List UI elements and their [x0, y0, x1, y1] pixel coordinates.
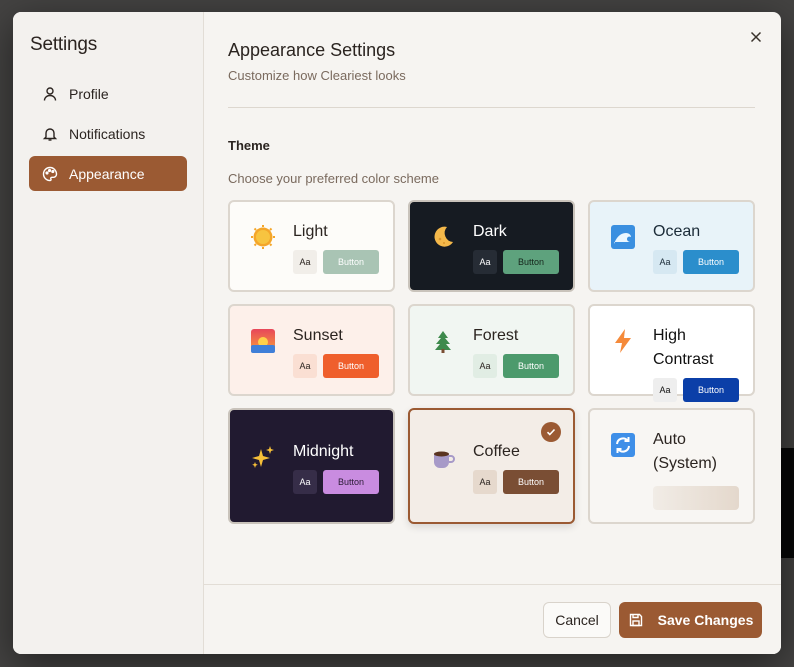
page-subtitle: Customize how Cleariest looks [228, 68, 406, 83]
theme-card-sunset[interactable]: Sunset Aa Button [228, 304, 395, 396]
page-title: Appearance Settings [228, 40, 396, 60]
user-icon [41, 85, 59, 103]
theme-section-description: Choose your preferred color scheme [228, 171, 439, 186]
lightning-icon [610, 328, 636, 354]
theme-name: Light [293, 223, 328, 240]
theme-name: Forest [473, 327, 519, 344]
sidebar-title: Settings [30, 34, 98, 55]
tree-icon [430, 328, 456, 354]
settings-main: Appearance Settings Customize how Cleari… [204, 12, 781, 654]
preview-text-sample: Aa [293, 470, 317, 494]
theme-card-forest[interactable]: Forest Aa Button [408, 304, 575, 396]
bell-icon [41, 125, 59, 143]
save-button-label: Save Changes [657, 612, 754, 628]
sidebar-item-profile[interactable]: Profile [29, 76, 187, 111]
preview-button-sample: Button [323, 470, 379, 494]
theme-card-coffee[interactable]: Coffee Aa Button [408, 408, 575, 524]
theme-name: Auto (System) [653, 431, 717, 472]
palette-icon [41, 165, 59, 183]
preview-button-sample: Button [323, 354, 379, 378]
theme-name: Midnight [293, 443, 354, 460]
preview-text-sample: Aa [653, 378, 677, 402]
divider [228, 107, 755, 108]
theme-name: Coffee [473, 443, 520, 460]
theme-card-midnight[interactable]: Midnight Aa Button [228, 408, 395, 524]
coffee-icon [430, 444, 456, 470]
theme-card-ocean[interactable]: Ocean Aa Button [588, 200, 755, 292]
close-button[interactable] [747, 28, 765, 46]
theme-card-auto-system[interactable]: Auto (System) [588, 408, 755, 524]
theme-name: Ocean [653, 223, 701, 240]
settings-sidebar: Settings Profile Notifications Appearanc… [13, 12, 204, 654]
preview-button-sample: Button [683, 378, 739, 402]
preview-text-sample: Aa [293, 354, 317, 378]
preview-button-sample: Button [323, 250, 379, 274]
preview-text-sample: Aa [473, 470, 497, 494]
preview-button-sample: Button [503, 250, 559, 274]
sidebar-item-label: Profile [69, 85, 109, 102]
auto-preview-gradient [653, 486, 739, 510]
theme-card-light[interactable]: Light Aa Button [228, 200, 395, 292]
preview-text-sample: Aa [473, 250, 497, 274]
sparkles-icon [250, 444, 276, 470]
sunset-icon [250, 328, 276, 354]
theme-name: High Contrast [653, 327, 714, 368]
preview-text-sample: Aa [653, 250, 677, 274]
theme-card-high-contrast[interactable]: High Contrast Aa Button [588, 304, 755, 402]
settings-dialog: Settings Profile Notifications Appearanc… [13, 12, 781, 654]
theme-card-dark[interactable]: Dark Aa Button [408, 200, 575, 292]
preview-text-sample: Aa [473, 354, 497, 378]
sun-icon [250, 224, 276, 250]
sidebar-item-appearance[interactable]: Appearance [29, 156, 187, 191]
preview-button-sample: Button [503, 470, 559, 494]
preview-button-sample: Button [683, 250, 739, 274]
close-icon [750, 31, 762, 43]
theme-grid: Light Aa Button Dark Aa Button Ocean Aa … [228, 200, 755, 524]
wave-icon [610, 224, 636, 250]
sidebar-item-label: Appearance [69, 165, 145, 182]
preview-button-sample: Button [503, 354, 559, 378]
selected-check-icon [541, 422, 561, 442]
theme-name: Dark [473, 223, 507, 240]
save-changes-button[interactable]: Save Changes [619, 602, 762, 638]
preview-text-sample: Aa [293, 250, 317, 274]
sidebar-item-notifications[interactable]: Notifications [29, 116, 187, 151]
sync-icon [610, 432, 636, 458]
moon-icon [430, 224, 456, 250]
sidebar-item-label: Notifications [69, 125, 146, 142]
cancel-button[interactable]: Cancel [543, 602, 611, 638]
theme-name: Sunset [293, 327, 343, 344]
theme-section-title: Theme [228, 138, 270, 153]
save-icon [628, 612, 644, 628]
dialog-footer: Cancel Save Changes [204, 584, 781, 654]
